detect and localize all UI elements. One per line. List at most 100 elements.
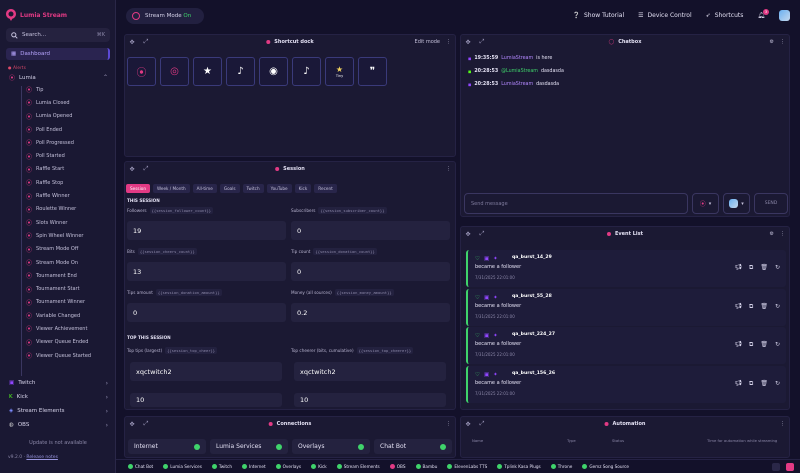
- megaphone-icon[interactable]: 📢︎: [734, 341, 742, 349]
- send-button[interactable]: SEND: [754, 193, 788, 214]
- drag-handle-icon[interactable]: ✥: [461, 227, 475, 241]
- sidebar-item-spin-wheel-winner[interactable]: ⦿ Spin Wheel Winner: [0, 229, 116, 242]
- external-link-icon[interactable]: ⧉: [749, 264, 753, 272]
- sidebar-item-raffle-start[interactable]: ⦿ Raffle Start: [0, 163, 116, 176]
- sidebar-item-lumia-closed[interactable]: ⦿ Lumia Closed: [0, 96, 116, 109]
- more-icon[interactable]: ⋮: [446, 421, 451, 427]
- tab-twitch[interactable]: Twitch: [242, 184, 264, 193]
- stream-mode-toggle[interactable]: Stream Mode On: [126, 8, 204, 24]
- sidebar-item-tip[interactable]: ⦿ Tip: [0, 83, 116, 96]
- status-item[interactable]: Bambu: [415, 464, 437, 469]
- status-item[interactable]: Throne: [550, 464, 572, 469]
- more-icon[interactable]: ⋮: [780, 421, 785, 427]
- stat-field[interactable]: 0: [127, 303, 286, 322]
- shortcut-button[interactable]: ◉: [259, 57, 288, 86]
- sidebar-item-tournament-end[interactable]: ⦿ Tournament End: [0, 269, 116, 282]
- status-item[interactable]: Twitch: [211, 464, 232, 469]
- top-value-field[interactable]: xqctwitch2: [130, 362, 282, 381]
- connection-item[interactable]: Chat Bot: [374, 439, 452, 454]
- sidebar-item-tournament-start[interactable]: ⦿ Tournament Start: [0, 282, 116, 295]
- status-item[interactable]: Tplink Kasa Plugs: [497, 464, 541, 469]
- tab-all-time[interactable]: All-time: [192, 184, 217, 193]
- top-amount-field[interactable]: 10: [130, 393, 282, 407]
- chat-toggle-icon[interactable]: [772, 463, 780, 471]
- megaphone-icon[interactable]: 📢︎: [734, 380, 742, 388]
- status-item[interactable]: ElevenLabs TTS: [447, 464, 487, 469]
- status-item[interactable]: OBS: [389, 464, 406, 469]
- sidebar-item-raffle-stop[interactable]: ⦿ Raffle Stop: [0, 176, 116, 189]
- stat-field[interactable]: 19: [127, 221, 286, 240]
- status-item[interactable]: Stream Elements: [336, 464, 380, 469]
- replay-icon[interactable]: ↻: [775, 264, 780, 272]
- stat-field[interactable]: 0.2: [291, 303, 450, 322]
- sidebar-item-variable-changed[interactable]: ⦿ Variable Changed: [0, 309, 116, 322]
- shortcut-button[interactable]: ◎: [160, 57, 189, 86]
- tab-recent[interactable]: Recent: [314, 184, 337, 193]
- replay-icon[interactable]: ↻: [775, 380, 780, 388]
- lumia-app-icon[interactable]: [786, 463, 794, 471]
- megaphone-icon[interactable]: 📢︎: [734, 264, 742, 272]
- connection-item[interactable]: Overlays: [292, 439, 370, 454]
- status-item[interactable]: Chat Bot: [128, 464, 153, 469]
- shortcut-button[interactable]: ♪: [292, 57, 321, 86]
- sidebar-group-stream-elements[interactable]: ◈ Stream Elements ›: [0, 405, 116, 417]
- trash-icon[interactable]: 🗑︎: [760, 380, 768, 388]
- shortcut-button[interactable]: ⦿: [127, 57, 156, 86]
- tab-session[interactable]: Session: [126, 184, 150, 193]
- stat-field[interactable]: 0: [291, 221, 450, 240]
- tab-goals[interactable]: Goals: [219, 184, 240, 193]
- expand-icon[interactable]: ⤢: [139, 35, 153, 49]
- status-item[interactable]: Internet: [241, 464, 266, 469]
- notifications-button[interactable]: 🔔︎ 3: [757, 9, 769, 19]
- external-link-icon[interactable]: ⧉: [749, 380, 753, 388]
- stat-field[interactable]: 0: [291, 262, 450, 281]
- gear-icon[interactable]: ⚙: [770, 231, 774, 237]
- show-tutorial-button[interactable]: ❔ Show Tutorial: [573, 12, 625, 19]
- sidebar-item-viewer-achievement[interactable]: ⦿ Viewer Achievement: [0, 322, 116, 335]
- drag-handle-icon[interactable]: ✥: [125, 35, 139, 49]
- search-input[interactable]: Search...: [22, 32, 46, 38]
- external-link-icon[interactable]: ⧉: [749, 341, 753, 349]
- sidebar-item-poll-progressed[interactable]: ⦿ Poll Progressed: [0, 136, 116, 149]
- edit-mode-button[interactable]: Edit mode: [415, 39, 440, 45]
- stat-field[interactable]: 13: [127, 262, 286, 281]
- sidebar-item-raffle-winner[interactable]: ⦿ Raffle Winner: [0, 189, 116, 202]
- status-item[interactable]: Lumia Services: [163, 464, 202, 469]
- status-item[interactable]: Overlays: [275, 464, 301, 469]
- sidebar-item-roulette-winner[interactable]: ⦿ Roulette Winner: [0, 203, 116, 216]
- connection-item[interactable]: Lumia Services: [210, 439, 288, 454]
- sidebar-group-obs[interactable]: ◍ OBS ›: [0, 419, 116, 431]
- sidebar-item-stream-mode-off[interactable]: ⦿ Stream Mode Off: [0, 243, 116, 256]
- release-notes-link[interactable]: Release notes: [26, 455, 58, 460]
- shortcut-button[interactable]: ★: [193, 57, 222, 86]
- tab-kick[interactable]: Kick: [294, 184, 312, 193]
- more-icon[interactable]: ⋮: [446, 166, 451, 172]
- connection-item[interactable]: Internet: [128, 439, 206, 454]
- expand-icon[interactable]: ⤢: [475, 417, 489, 431]
- sidebar-item-lumia-opened[interactable]: ⦿ Lumia Opened: [0, 110, 116, 123]
- replay-icon[interactable]: ↻: [775, 341, 780, 349]
- sidebar-item-stream-mode-on[interactable]: ⦿ Stream Mode On: [0, 256, 116, 269]
- sidebar-group-twitch[interactable]: ▣ Twitch ›: [0, 377, 116, 389]
- more-icon[interactable]: ⋮: [780, 39, 785, 45]
- more-icon[interactable]: ⋮: [446, 39, 451, 45]
- app-logo[interactable]: Lumia Stream: [6, 9, 67, 21]
- trash-icon[interactable]: 🗑︎: [760, 341, 768, 349]
- sidebar-item-viewer-queue-ended[interactable]: ⦿ Viewer Queue Ended: [0, 336, 116, 349]
- drag-handle-icon[interactable]: ✥: [461, 35, 475, 49]
- chat-username[interactable]: LumiaStream: [501, 82, 533, 87]
- status-item[interactable]: Kick: [311, 464, 327, 469]
- chat-input[interactable]: Send message: [464, 193, 688, 214]
- expand-icon[interactable]: ⤢: [475, 35, 489, 49]
- top-amount-field[interactable]: 10: [294, 393, 446, 407]
- sidebar-item-slots-winner[interactable]: ⦿ Slots Winner: [0, 216, 116, 229]
- expand-icon[interactable]: ⤢: [139, 162, 153, 176]
- account-select[interactable]: ▾: [723, 193, 750, 214]
- megaphone-icon[interactable]: 📢︎: [734, 303, 742, 311]
- tab-week-month[interactable]: Week / Month: [152, 184, 190, 193]
- replay-icon[interactable]: ↻: [775, 303, 780, 311]
- shortcut-button[interactable]: ❞: [358, 57, 387, 86]
- expand-icon[interactable]: ⤢: [139, 417, 153, 431]
- shortcut-button[interactable]: ♪: [226, 57, 255, 86]
- sidebar-item-dashboard[interactable]: ▦ Dashboard: [6, 48, 110, 60]
